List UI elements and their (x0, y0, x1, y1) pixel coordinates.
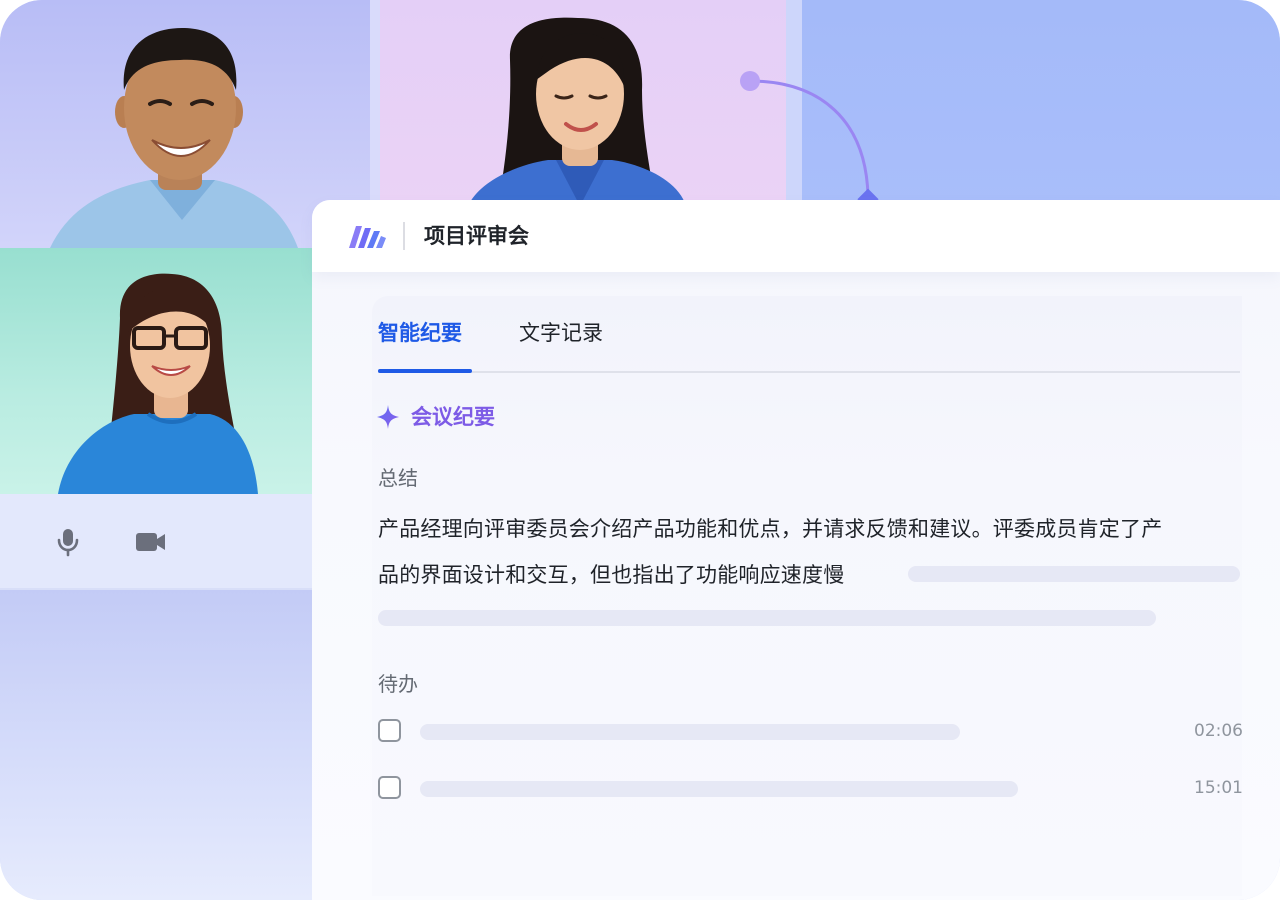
tab-baseline (378, 371, 1240, 373)
participant-avatar-2 (468, 17, 686, 206)
sidebar-background (0, 590, 312, 900)
active-tab-indicator (378, 369, 472, 373)
panel-header: 项目评审会 (312, 200, 1280, 272)
microphone-icon[interactable] (52, 526, 84, 558)
text-placeholder-bar (378, 610, 1156, 626)
minutes-content-card (372, 296, 1242, 896)
todo-placeholder-bar (420, 781, 1018, 797)
summary-label: 总结 (378, 466, 418, 490)
meeting-title: 项目评审会 (424, 224, 529, 248)
participant-video-tile-2[interactable] (380, 0, 786, 206)
summary-text-line: 产品经理向评审委员会介绍产品功能和优点，并请求反馈和建议。评委成员肯定了产 (378, 517, 1163, 541)
todo-label: 待办 (378, 672, 418, 696)
participant-avatar-3 (58, 273, 258, 494)
todo-placeholder-bar (420, 724, 960, 740)
tab-transcript[interactable]: 文字记录 (519, 318, 603, 348)
todo-checkbox[interactable] (378, 719, 401, 742)
header-divider (403, 222, 405, 250)
minutes-heading: 会议纪要 (411, 405, 495, 429)
app-logo-icon (349, 226, 386, 248)
todo-timestamp[interactable]: 02:06 (1194, 720, 1243, 742)
meeting-app-window: 项目评审会 智能纪要 文字记录 会议纪要 总结 产品经理向评审委员会介绍产品功能… (0, 0, 1280, 900)
minutes-panel: 项目评审会 智能纪要 文字记录 会议纪要 总结 产品经理向评审委员会介绍产品功能… (312, 200, 1280, 900)
tile-gap (370, 0, 380, 206)
video-camera-icon[interactable] (134, 526, 166, 558)
tab-smart-minutes[interactable]: 智能纪要 (378, 318, 462, 348)
sparkle-icon (377, 405, 399, 429)
todo-timestamp[interactable]: 15:01 (1194, 777, 1243, 799)
todo-checkbox[interactable] (378, 776, 401, 799)
participant-video-tile-3[interactable] (0, 248, 312, 494)
text-placeholder-bar (908, 566, 1240, 582)
summary-text-line: 品的界面设计和交互，但也指出了功能响应速度慢 (378, 563, 845, 587)
connector-arc (740, 71, 879, 210)
